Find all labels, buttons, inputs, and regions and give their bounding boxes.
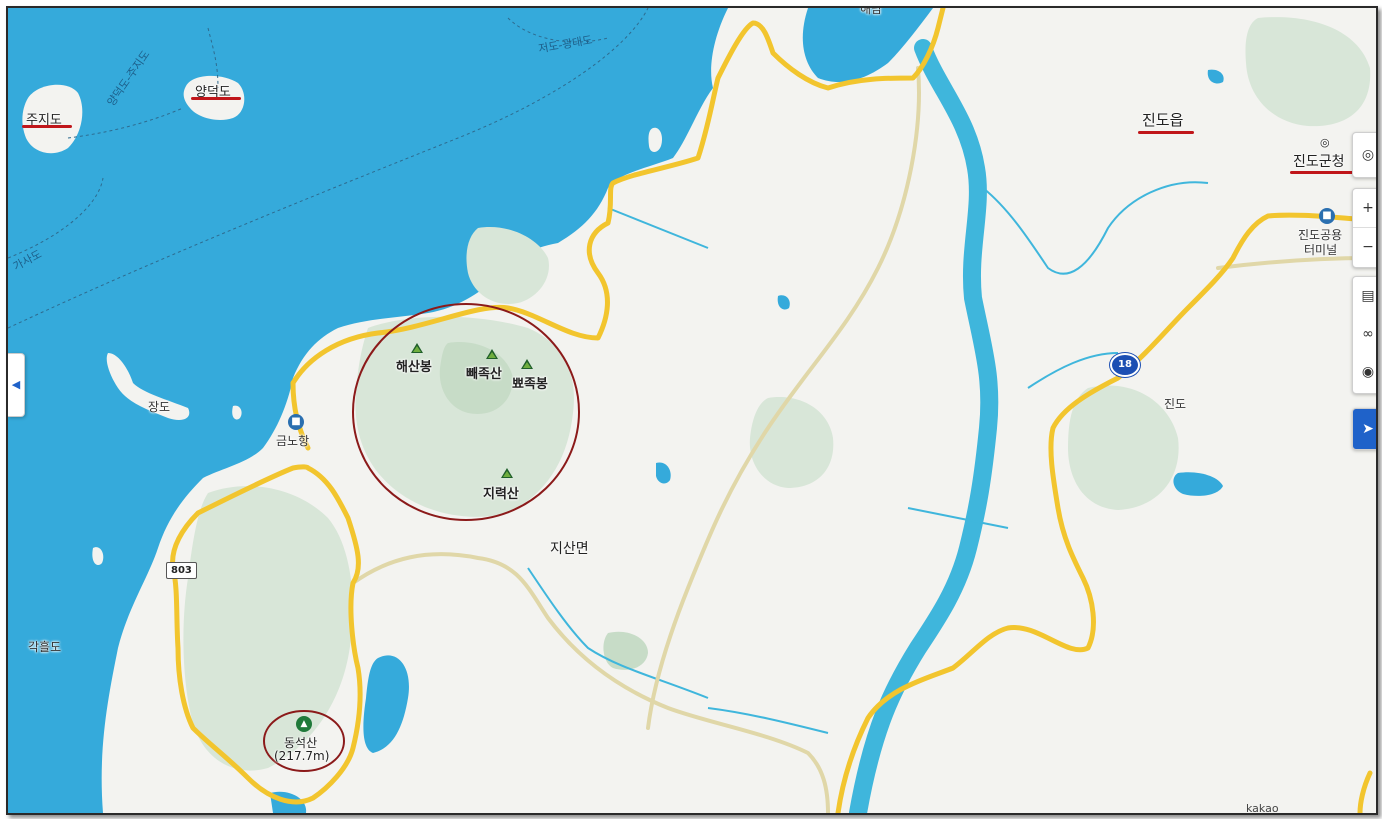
label-top-cut: 해남 <box>860 6 883 16</box>
label-ppyeojokbong: 뾰족봉 <box>512 377 548 392</box>
attribution: kakao <box>1246 802 1279 815</box>
mountain-peak-icon <box>486 349 498 359</box>
distance-icon[interactable]: ∞ <box>1353 315 1376 353</box>
label-jindo-eup: 진도읍 <box>1142 111 1184 129</box>
place-pin-icon[interactable]: ◉ <box>1353 353 1376 391</box>
label-haesanbong: 해산봉 <box>396 360 432 375</box>
bus-terminal-icon[interactable]: ■ <box>1319 208 1335 224</box>
collapse-arrow-icon[interactable]: ◀ <box>8 353 25 417</box>
mountain-peak-icon <box>411 343 423 353</box>
direction-icon: ➤ <box>1362 421 1374 437</box>
map-type-icon[interactable]: ▤ <box>1353 277 1376 315</box>
bus-terminal-icon[interactable]: ■ <box>288 414 304 430</box>
mountain-peak-icon[interactable]: ▲ <box>296 716 312 732</box>
label-geumno-port: 금노항 <box>276 434 310 448</box>
label-jiryeoksan: 지력산 <box>483 487 519 502</box>
route-search-button[interactable]: ➤ <box>1352 408 1376 450</box>
mountain-peak-icon <box>501 468 513 478</box>
gps-icon: ◎ <box>1361 147 1375 163</box>
route-shield-18: 18 <box>1110 353 1140 377</box>
map-viewport[interactable]: 주지도 양덕도 양덕도-주지도 저도-광대도 가사도 진도읍 ◎ 진도군청 ■ … <box>6 6 1378 815</box>
label-dongseoksan-height: (217.7m) <box>274 749 330 763</box>
route-shield-803: 803 <box>166 562 197 579</box>
gps-button[interactable]: ◎ <box>1352 132 1376 178</box>
label-jisan-myeon: 지산면 <box>550 541 589 557</box>
underline-yangdeokdo <box>191 97 241 100</box>
label-jindo-gun-office: 진도군청 <box>1293 154 1345 170</box>
underline-jujido <box>22 125 72 128</box>
label-ppaejoksan: 빼족산 <box>466 367 502 382</box>
underline-jindo-eup <box>1138 131 1194 134</box>
label-jangdo: 장도 <box>148 400 171 414</box>
government-office-icon: ◎ <box>1320 136 1330 149</box>
label-jindo: 진도 <box>1164 397 1187 411</box>
mountain-peak-icon <box>521 359 533 369</box>
zoom-out-icon[interactable]: − <box>1353 228 1376 266</box>
label-bus-terminal-2: 터미널 <box>1304 243 1338 257</box>
zoom-in-icon[interactable]: + <box>1353 189 1376 228</box>
label-gakheuldo: 각흘도 <box>28 640 62 654</box>
zoom-control[interactable]: + − <box>1352 188 1376 268</box>
map-tools[interactable]: ▤ ∞ ◉ <box>1352 276 1376 394</box>
